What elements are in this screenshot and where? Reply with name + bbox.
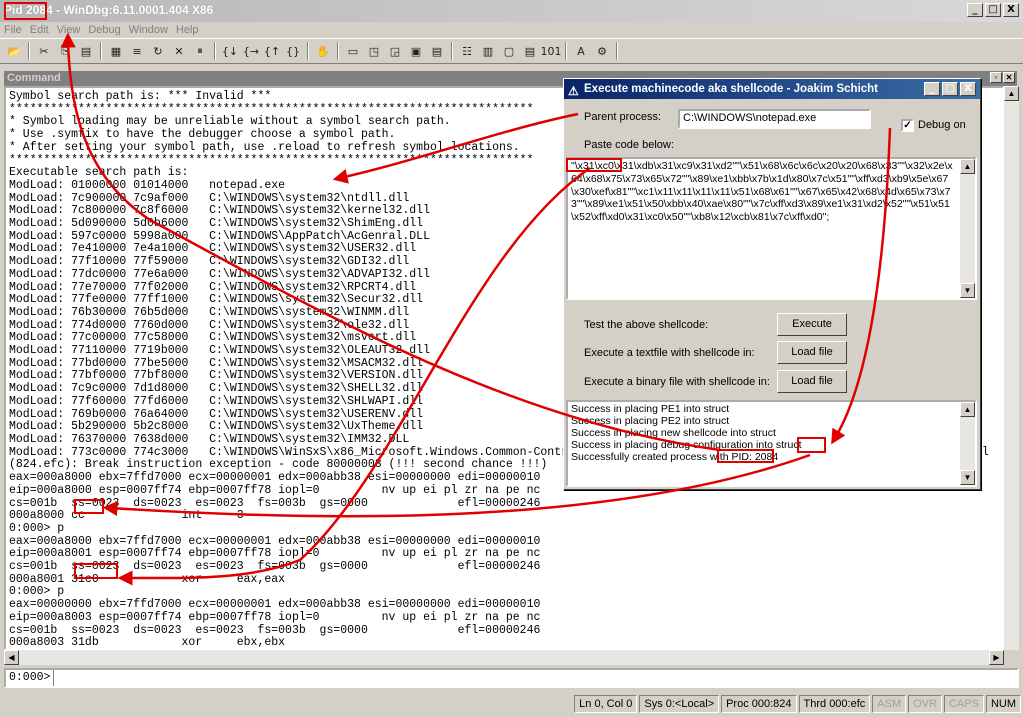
windbg-window: Pid 2084 - WinDbg:6.11.0001.404 X86 _ □ … — [0, 0, 1023, 717]
arrow-cc — [102, 453, 811, 518]
arrow-parent — [332, 112, 579, 184]
arrow-0xcc — [831, 127, 892, 445]
annotation-arrows — [60, 32, 892, 586]
arrow-pid — [60, 32, 721, 452]
